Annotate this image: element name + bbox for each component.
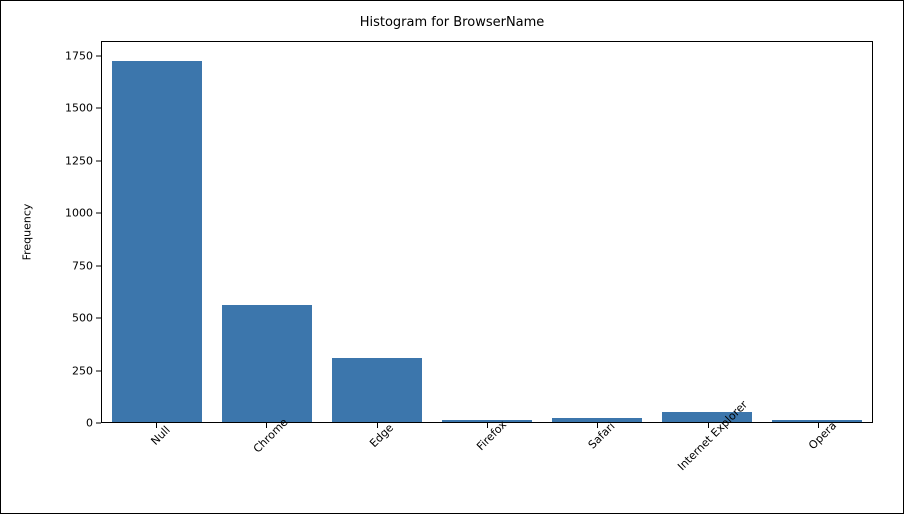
y-tick-label: 500 bbox=[43, 312, 93, 325]
bar bbox=[112, 61, 202, 422]
x-tick-mark bbox=[818, 423, 819, 428]
x-tick-label: Opera bbox=[806, 419, 839, 452]
y-axis-label: Frequency bbox=[21, 204, 34, 261]
bar bbox=[442, 420, 532, 423]
x-tick-label: Safari bbox=[586, 420, 618, 452]
x-tick-mark bbox=[266, 423, 267, 428]
y-tick-label: 1250 bbox=[43, 154, 93, 167]
y-tick-label: 1000 bbox=[43, 207, 93, 220]
x-tick-label: Firefox bbox=[474, 418, 509, 453]
y-tick-label: 1750 bbox=[43, 49, 93, 62]
x-tick-mark bbox=[597, 423, 598, 428]
x-tick-mark bbox=[708, 423, 709, 428]
bar bbox=[772, 420, 862, 422]
x-tick-mark bbox=[487, 423, 488, 428]
y-tick-label: 750 bbox=[43, 259, 93, 272]
chart-title: Histogram for BrowserName bbox=[11, 15, 893, 30]
y-tick-label: 1500 bbox=[43, 102, 93, 115]
bar bbox=[222, 305, 312, 422]
bars-group bbox=[102, 42, 872, 422]
plot-area bbox=[101, 41, 873, 423]
x-tick-label: Edge bbox=[367, 421, 396, 450]
y-axis: Frequency 02505007501000125015001750 bbox=[11, 41, 101, 423]
x-tick-label: Null bbox=[149, 423, 173, 447]
x-tick-mark bbox=[377, 423, 378, 428]
x-axis: NullChromeEdgeFirefoxSafariInternet Expl… bbox=[101, 423, 873, 503]
x-tick-mark bbox=[156, 423, 157, 428]
bar bbox=[332, 358, 422, 422]
chart-container: Histogram for BrowserName Frequency 0 250… bbox=[11, 11, 893, 503]
y-tick-label: 0 bbox=[43, 417, 93, 430]
y-tick-label: 250 bbox=[43, 364, 93, 377]
bar bbox=[552, 418, 642, 422]
